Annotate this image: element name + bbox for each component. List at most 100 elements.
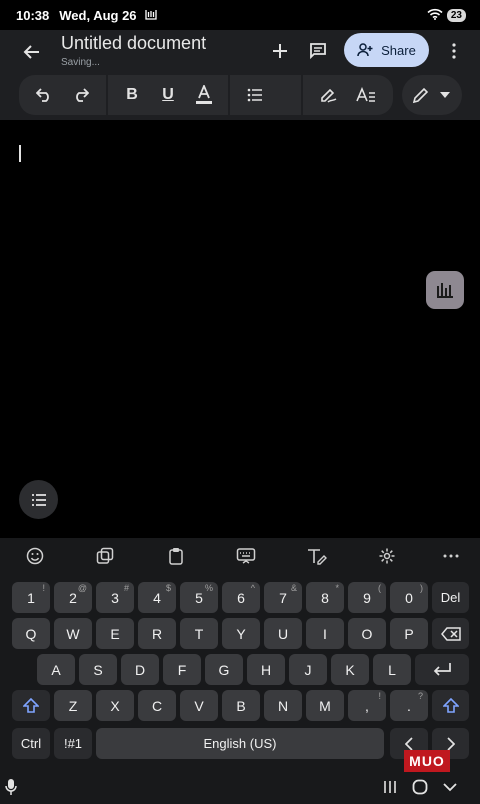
key-g[interactable]: G	[205, 654, 243, 685]
document-title[interactable]: Untitled document	[61, 33, 206, 54]
bulleted-list-button[interactable]	[236, 76, 274, 114]
settings-button[interactable]	[375, 544, 399, 568]
key-0[interactable]: 0)	[390, 582, 428, 613]
key-1[interactable]: 1!	[12, 582, 50, 613]
comments-button[interactable]	[304, 37, 332, 65]
document-outline-button[interactable]	[19, 480, 58, 519]
backspace-key[interactable]	[432, 618, 469, 649]
key-x[interactable]: X	[96, 690, 134, 721]
key-3[interactable]: 3 #	[96, 582, 134, 613]
document-canvas[interactable]	[0, 120, 480, 538]
ctrl-key[interactable]: Ctrl	[12, 728, 50, 759]
key-b[interactable]: B	[222, 690, 260, 721]
key-label: Ctrl	[20, 736, 42, 751]
clipboard-button[interactable]	[164, 544, 188, 568]
key-label: English (US)	[203, 736, 277, 751]
handwriting-button[interactable]	[305, 544, 329, 568]
key-n[interactable]: N	[264, 690, 302, 721]
undo-button[interactable]	[25, 76, 63, 114]
hide-keyboard-button[interactable]	[439, 776, 461, 798]
enter-key[interactable]	[415, 654, 469, 685]
shift-left-key[interactable]	[12, 690, 50, 721]
key-period[interactable]: .?	[390, 690, 428, 721]
key-f[interactable]: F	[163, 654, 201, 685]
sticker-button[interactable]	[93, 544, 117, 568]
key-t[interactable]: T	[180, 618, 218, 649]
delete-key[interactable]: Del	[432, 582, 469, 613]
key-p[interactable]: P	[390, 618, 428, 649]
back-button[interactable]	[18, 38, 46, 66]
space-key[interactable]: English (US)	[96, 728, 384, 759]
key-comma[interactable]: ,!	[348, 690, 386, 721]
bold-button[interactable]: B	[114, 76, 150, 114]
key-secondary-label: #	[123, 583, 129, 593]
recent-apps-button[interactable]	[379, 776, 401, 798]
key-9[interactable]: 9(	[348, 582, 386, 613]
key-label: O	[361, 625, 373, 642]
key-6[interactable]: 6 ^	[222, 582, 260, 613]
emoji-button[interactable]	[23, 544, 47, 568]
key-d[interactable]: D	[121, 654, 159, 685]
key-7[interactable]: 7 &	[264, 582, 302, 613]
key-label: 3	[111, 589, 119, 606]
key-m[interactable]: M	[306, 690, 344, 721]
edit-mode-toggle[interactable]	[402, 75, 462, 115]
key-8[interactable]: 8 *	[306, 582, 344, 613]
key-label: 6	[237, 589, 245, 606]
key-label: U	[277, 625, 289, 642]
key-label: E	[110, 625, 120, 642]
key-2[interactable]: 2 @	[54, 582, 92, 613]
recents-icon	[384, 781, 396, 793]
key-z[interactable]: Z	[54, 690, 92, 721]
text-style-group: B U	[108, 75, 228, 115]
key-i[interactable]: I	[306, 618, 344, 649]
redo-button[interactable]	[63, 76, 101, 114]
highlight-button[interactable]	[309, 76, 347, 114]
insert-button[interactable]	[266, 37, 294, 65]
key-5[interactable]: 5%	[180, 582, 218, 613]
plus-icon	[273, 44, 287, 58]
microphone-button[interactable]	[0, 776, 22, 798]
underline-button[interactable]: U	[150, 76, 186, 114]
text-color-button[interactable]	[186, 76, 222, 114]
more-horiz-icon	[443, 554, 459, 558]
more-tools-button[interactable]	[439, 544, 463, 568]
key-v[interactable]: V	[180, 690, 218, 721]
key-label: 8	[321, 589, 329, 606]
share-button[interactable]: Share	[344, 33, 429, 67]
key-label: V	[194, 697, 204, 714]
symbols-key[interactable]: !#1	[54, 728, 92, 759]
key-u[interactable]: U	[264, 618, 302, 649]
key-r[interactable]: R	[138, 618, 176, 649]
text-format-button[interactable]	[347, 76, 385, 114]
key-k[interactable]: K	[331, 654, 369, 685]
key-c[interactable]: C	[138, 690, 176, 721]
key-4[interactable]: 4 $	[138, 582, 176, 613]
key-secondary-label: ?	[417, 691, 423, 701]
keyboard: 1! 2 @3 #4 $5% 6 ^ 7 & 8 * 9(0) Del Q W E R T Y U I O P A S D F G H J…	[0, 538, 480, 770]
key-e[interactable]: E	[96, 618, 134, 649]
key-w[interactable]: W	[54, 618, 92, 649]
key-l[interactable]: L	[373, 654, 411, 685]
key-a[interactable]: A	[37, 654, 75, 685]
key-label: 5	[195, 589, 203, 606]
key-secondary-label: $	[165, 583, 171, 593]
key-q[interactable]: Q	[12, 618, 50, 649]
voice-typing-button[interactable]	[426, 271, 464, 309]
key-label: 4	[153, 589, 161, 606]
shift-right-key[interactable]	[432, 690, 469, 721]
key-y[interactable]: Y	[222, 618, 260, 649]
status-time: 10:38	[16, 7, 50, 23]
wifi-icon	[427, 8, 443, 23]
sticker-icon	[96, 547, 114, 564]
keyboard-mode-button[interactable]	[234, 544, 258, 568]
key-label: L	[388, 661, 396, 678]
key-o[interactable]: O	[348, 618, 386, 649]
key-secondary-label: %	[204, 583, 213, 593]
more-options-button[interactable]	[446, 37, 462, 65]
key-secondary-label: )	[420, 583, 423, 593]
key-s[interactable]: S	[79, 654, 117, 685]
key-h[interactable]: H	[247, 654, 285, 685]
key-j[interactable]: J	[289, 654, 327, 685]
home-button[interactable]	[409, 776, 431, 798]
